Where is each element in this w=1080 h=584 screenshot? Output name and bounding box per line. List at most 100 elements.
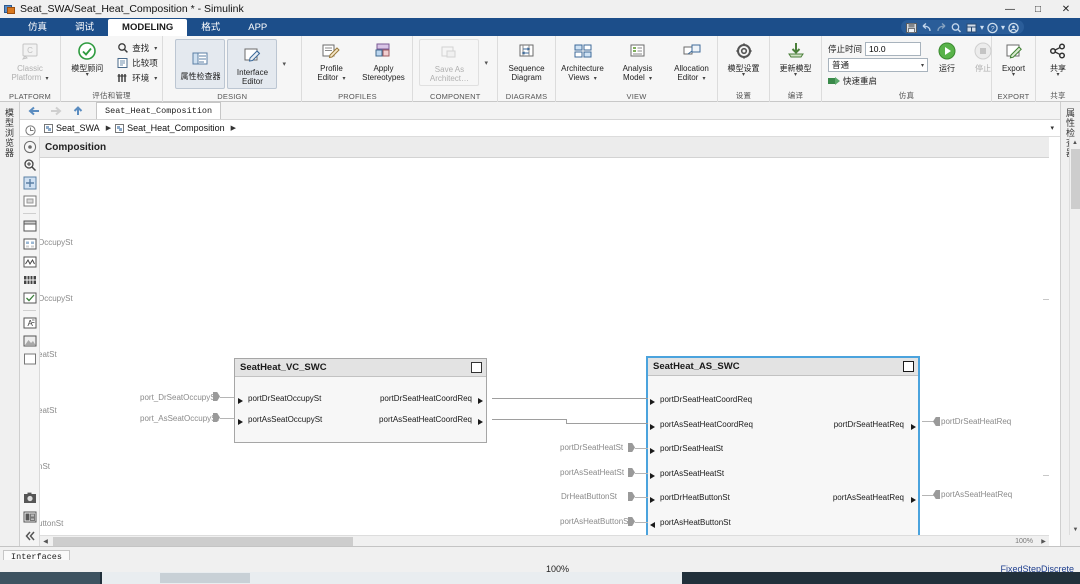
allocation-editor-button[interactable]: AllocationEditor ▾ xyxy=(666,39,718,84)
scroll-right-icon[interactable]: ▶ xyxy=(1038,538,1049,545)
find-button[interactable]: 查找 ▾ xyxy=(114,41,161,55)
breadcrumb[interactable]: Seat_SWA ▶ Seat_Heat_Composition ▶ ▾ xyxy=(20,120,1060,137)
help-icon[interactable]: ? xyxy=(986,21,999,33)
zoom-in-icon[interactable] xyxy=(23,158,37,172)
stop-time-field[interactable]: 停止时间 xyxy=(828,41,928,56)
redo-icon[interactable] xyxy=(935,21,948,33)
viewport-icon[interactable] xyxy=(23,194,37,208)
report-icon[interactable] xyxy=(23,510,37,524)
signal-line[interactable] xyxy=(492,419,566,420)
window-block-icon[interactable] xyxy=(23,219,37,233)
collapse-palette-icon[interactable] xyxy=(23,529,37,543)
canvas-vertical-scrollbar[interactable]: ▲ ▼ xyxy=(1069,137,1080,535)
maximize-button[interactable]: □ xyxy=(1024,0,1052,18)
property-inspector-button[interactable]: 属性检查器 xyxy=(175,39,225,89)
quick-access-toolbar[interactable]: ▾ ? ▾ xyxy=(901,20,1024,34)
share-caret-icon[interactable]: ▾ xyxy=(1056,73,1059,78)
environment-caret-icon[interactable]: ▾ xyxy=(154,75,157,82)
signal-line[interactable] xyxy=(492,398,648,399)
design-more-button[interactable]: ▾ xyxy=(279,60,289,68)
output-port-arrow[interactable] xyxy=(911,497,916,503)
find-caret-icon[interactable]: ▾ xyxy=(154,45,157,52)
save-icon[interactable] xyxy=(905,21,918,33)
model-advisor-button[interactable]: 模型顾问 ▾ xyxy=(62,39,112,78)
undo-icon[interactable] xyxy=(920,21,933,33)
sequence-diagram-button[interactable]: SequenceDiagram xyxy=(502,39,552,82)
input-port-arrow[interactable] xyxy=(238,398,243,404)
share-button[interactable]: 共享 ▾ xyxy=(1038,39,1078,78)
output-port-arrow[interactable] xyxy=(478,419,483,425)
external-input-port[interactable] xyxy=(628,468,635,477)
compare-button[interactable]: 比较项 xyxy=(114,56,161,70)
model-settings-caret-icon[interactable]: ▾ xyxy=(742,73,745,78)
canvas-tool-palette[interactable]: A xyxy=(20,137,40,546)
horizontal-scroll-thumb[interactable] xyxy=(53,537,353,546)
apply-stereotypes-button[interactable]: ApplyStereotypes xyxy=(358,39,408,82)
forward-icon[interactable] xyxy=(48,104,64,118)
close-button[interactable]: ✕ xyxy=(1052,0,1080,18)
model-tab[interactable]: Seat_Heat_Composition xyxy=(96,102,221,119)
input-port-arrow[interactable] xyxy=(650,473,655,479)
tab-format[interactable]: 格式 xyxy=(187,20,234,36)
update-model-button[interactable]: 更新模型 ▾ xyxy=(771,39,821,78)
output-direction-port-arrow[interactable] xyxy=(650,522,655,528)
export-caret-icon[interactable]: ▾ xyxy=(1012,73,1015,78)
output-port-arrow[interactable] xyxy=(911,424,916,430)
vertical-scroll-thumb[interactable] xyxy=(1071,149,1080,209)
interface-editor-button[interactable]: InterfaceEditor xyxy=(227,39,277,89)
block-expand-icon[interactable] xyxy=(471,362,482,373)
model-hierarchy-icon[interactable] xyxy=(25,123,36,134)
profile-editor-button[interactable]: ProfileEditor ▾ xyxy=(306,39,356,84)
block-seatheat-as-swc[interactable]: SeatHeat_AS_SWC portDrSeatHeatCoordReq p… xyxy=(646,356,920,546)
back-icon[interactable] xyxy=(26,104,42,118)
breadcrumb-item-seat-swa[interactable]: Seat_SWA ▶ xyxy=(44,123,111,133)
run-button[interactable]: 运行 xyxy=(930,39,964,73)
input-port-arrow[interactable] xyxy=(650,448,655,454)
component-more-button[interactable]: ▾ xyxy=(481,59,491,67)
fast-restart-button[interactable]: 快速重启 xyxy=(828,74,928,88)
input-port-arrow[interactable] xyxy=(650,424,655,430)
external-output-port[interactable] xyxy=(933,490,940,499)
layout-caret-icon[interactable]: ▾ xyxy=(980,23,984,32)
signal-scope-icon[interactable] xyxy=(23,255,37,269)
external-input-port[interactable] xyxy=(628,517,635,526)
model-browser-panel-tab[interactable]: 模型浏览器 xyxy=(0,102,20,546)
help-caret-icon[interactable]: ▾ xyxy=(1001,23,1005,32)
os-taskbar[interactable] xyxy=(0,572,1080,584)
check-box-icon[interactable] xyxy=(23,291,37,305)
model-advisor-caret-icon[interactable]: ▾ xyxy=(86,73,89,78)
architecture-views-button[interactable]: ArchitectureViews ▾ xyxy=(556,39,610,84)
up-icon[interactable] xyxy=(70,104,86,118)
scroll-down-icon[interactable]: ▼ xyxy=(1070,524,1080,535)
annotation-text-icon[interactable]: A xyxy=(23,316,37,330)
chevron-down-icon[interactable]: ▾ xyxy=(921,62,924,69)
subsystem-block-icon[interactable] xyxy=(23,237,37,251)
explore-icon[interactable] xyxy=(23,140,37,154)
block-expand-icon[interactable] xyxy=(903,361,914,372)
camera-capture-icon[interactable] xyxy=(23,491,37,505)
data-table-icon[interactable] xyxy=(23,273,37,287)
update-model-caret-icon[interactable]: ▾ xyxy=(794,73,797,78)
external-input-port[interactable] xyxy=(628,492,635,501)
external-input-port[interactable] xyxy=(213,392,220,401)
input-port-arrow[interactable] xyxy=(650,399,655,405)
editor-toolbar[interactable]: Seat_Heat_Composition xyxy=(20,102,1060,120)
taskbar-window-item[interactable] xyxy=(160,573,250,583)
ribbon-tab-bar[interactable]: 仿真 调试 MODELING 格式 APP ▾ ? ▾ xyxy=(0,18,1080,36)
output-port-arrow[interactable] xyxy=(478,398,483,404)
breadcrumb-item-seat-heat-composition[interactable]: Seat_Heat_Composition ▶ xyxy=(115,123,236,133)
tab-debug[interactable]: 调试 xyxy=(61,20,108,36)
input-port-arrow[interactable] xyxy=(650,497,655,503)
signal-line[interactable] xyxy=(566,423,648,424)
analysis-model-button[interactable]: AnalysisModel ▾ xyxy=(612,39,664,84)
external-input-port[interactable] xyxy=(628,443,635,452)
model-settings-button[interactable]: 模型设置 ▾ xyxy=(719,39,769,78)
external-output-port[interactable] xyxy=(933,417,940,426)
window-controls[interactable]: — □ ✕ xyxy=(996,0,1080,18)
input-port-arrow[interactable] xyxy=(238,419,243,425)
sim-mode-select[interactable]: 普通 ▾ xyxy=(828,58,928,72)
tab-modeling[interactable]: MODELING xyxy=(108,19,187,36)
scroll-left-icon[interactable]: ◀ xyxy=(40,538,51,545)
environment-button[interactable]: 环境 ▾ xyxy=(114,71,161,85)
account-icon[interactable] xyxy=(1007,21,1020,33)
